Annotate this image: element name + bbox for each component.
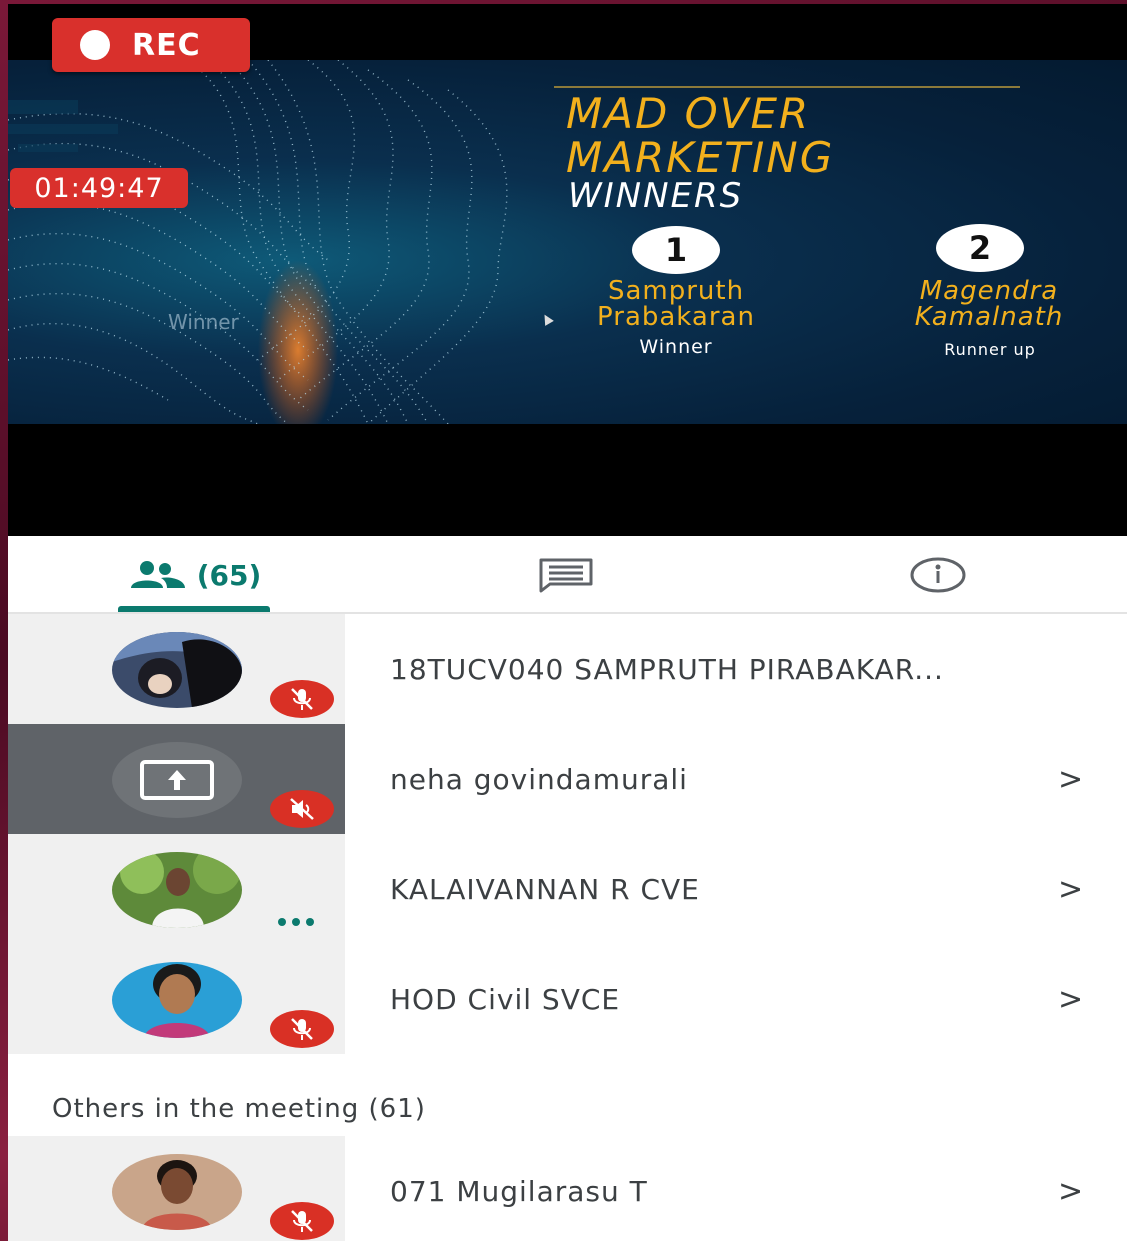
winner-1-first-name: Sampruth [607, 276, 745, 306]
slide-title-line2: MARKETING [566, 133, 835, 182]
presenting-avatar [112, 742, 242, 818]
avatar-column [8, 724, 345, 834]
mic-off-icon [270, 1202, 334, 1240]
rank-badge-2: 2 [936, 224, 1024, 272]
avatar [112, 962, 242, 1038]
speaking-indicator-icon [278, 918, 314, 926]
record-dot-icon [80, 30, 110, 60]
present-screen-icon [140, 760, 214, 800]
presentation-slide: Winner MAD OVER MARKETING WINNERS 1 Samp… [8, 60, 1127, 424]
others-section-label: Others in the meeting (61) [52, 1094, 426, 1124]
winner-name-2: Magendra Kamalnath [874, 278, 1104, 330]
participant-row[interactable]: HOD Civil SVCE > [8, 944, 1127, 1054]
avatar-column [8, 834, 345, 944]
winner-role-1: Winner [639, 336, 713, 358]
side-panel-tabs: (65) [8, 536, 1127, 614]
participant-name: KALAIVANNAN R CVE [390, 872, 700, 906]
avatar [112, 1154, 242, 1230]
slide-divider [554, 86, 1020, 88]
avatar-column [8, 944, 345, 1054]
recording-label: REC [132, 27, 201, 63]
audio-off-icon [270, 790, 334, 828]
meeting-screen: Winner MAD OVER MARKETING WINNERS 1 Samp… [8, 4, 1127, 1241]
info-icon [910, 557, 966, 593]
participant-row[interactable]: neha govindamurali > [8, 724, 1127, 834]
slide-ghost-text: Winner [168, 310, 239, 334]
tab-people[interactable]: (65) [116, 536, 272, 614]
participant-row[interactable]: 071 Mugilarasu T > [8, 1136, 1127, 1241]
winner-1-last-name: Prabakaran [597, 302, 755, 332]
slide-title-line1: MAD OVER [566, 89, 811, 138]
chat-icon [539, 558, 593, 593]
chevron-right-icon[interactable]: > [1058, 724, 1083, 834]
participant-name: 071 Mugilarasu T [390, 1174, 648, 1208]
rank-badge-1: 1 [632, 226, 720, 274]
avatar-column [8, 1136, 345, 1241]
avatar [112, 852, 242, 928]
slide-title: MAD OVER MARKETING [566, 92, 834, 180]
winner-role-2: Runner up [944, 340, 1036, 359]
avatar-column [8, 614, 345, 724]
chevron-right-icon[interactable]: > [1058, 834, 1083, 944]
participant-row[interactable]: KALAIVANNAN R CVE > [8, 834, 1127, 944]
recording-timer: 01:49:47 [10, 168, 188, 208]
people-icon [130, 561, 185, 588]
chevron-right-icon[interactable]: > [1058, 944, 1083, 1054]
people-count: (65) [196, 558, 262, 592]
winner-name-1: Sampruth Prabakaran [560, 278, 792, 330]
participant-name: HOD Civil SVCE [390, 982, 621, 1016]
tab-chat[interactable] [528, 536, 604, 614]
video-stage[interactable]: Winner MAD OVER MARKETING WINNERS 1 Samp… [8, 4, 1127, 536]
slide-subtitle: WINNERS [568, 176, 744, 216]
mic-off-icon [270, 680, 334, 718]
winner-2-last-name: Kamalnath [914, 302, 1064, 332]
recording-badge: REC [52, 18, 250, 72]
mic-off-icon [270, 1010, 334, 1048]
participant-name: 18TUCV040 SAMPRUTH PIRABAKAR... [390, 652, 944, 686]
chevron-right-icon[interactable]: > [1058, 1136, 1083, 1241]
participant-row[interactable]: 18TUCV040 SAMPRUTH PIRABAKAR... [8, 614, 1127, 724]
avatar [112, 632, 242, 708]
tab-info[interactable] [900, 536, 976, 614]
participant-name: neha govindamurali [390, 762, 688, 796]
active-tab-indicator [118, 606, 270, 612]
winner-2-first-name: Magendra [919, 276, 1059, 306]
